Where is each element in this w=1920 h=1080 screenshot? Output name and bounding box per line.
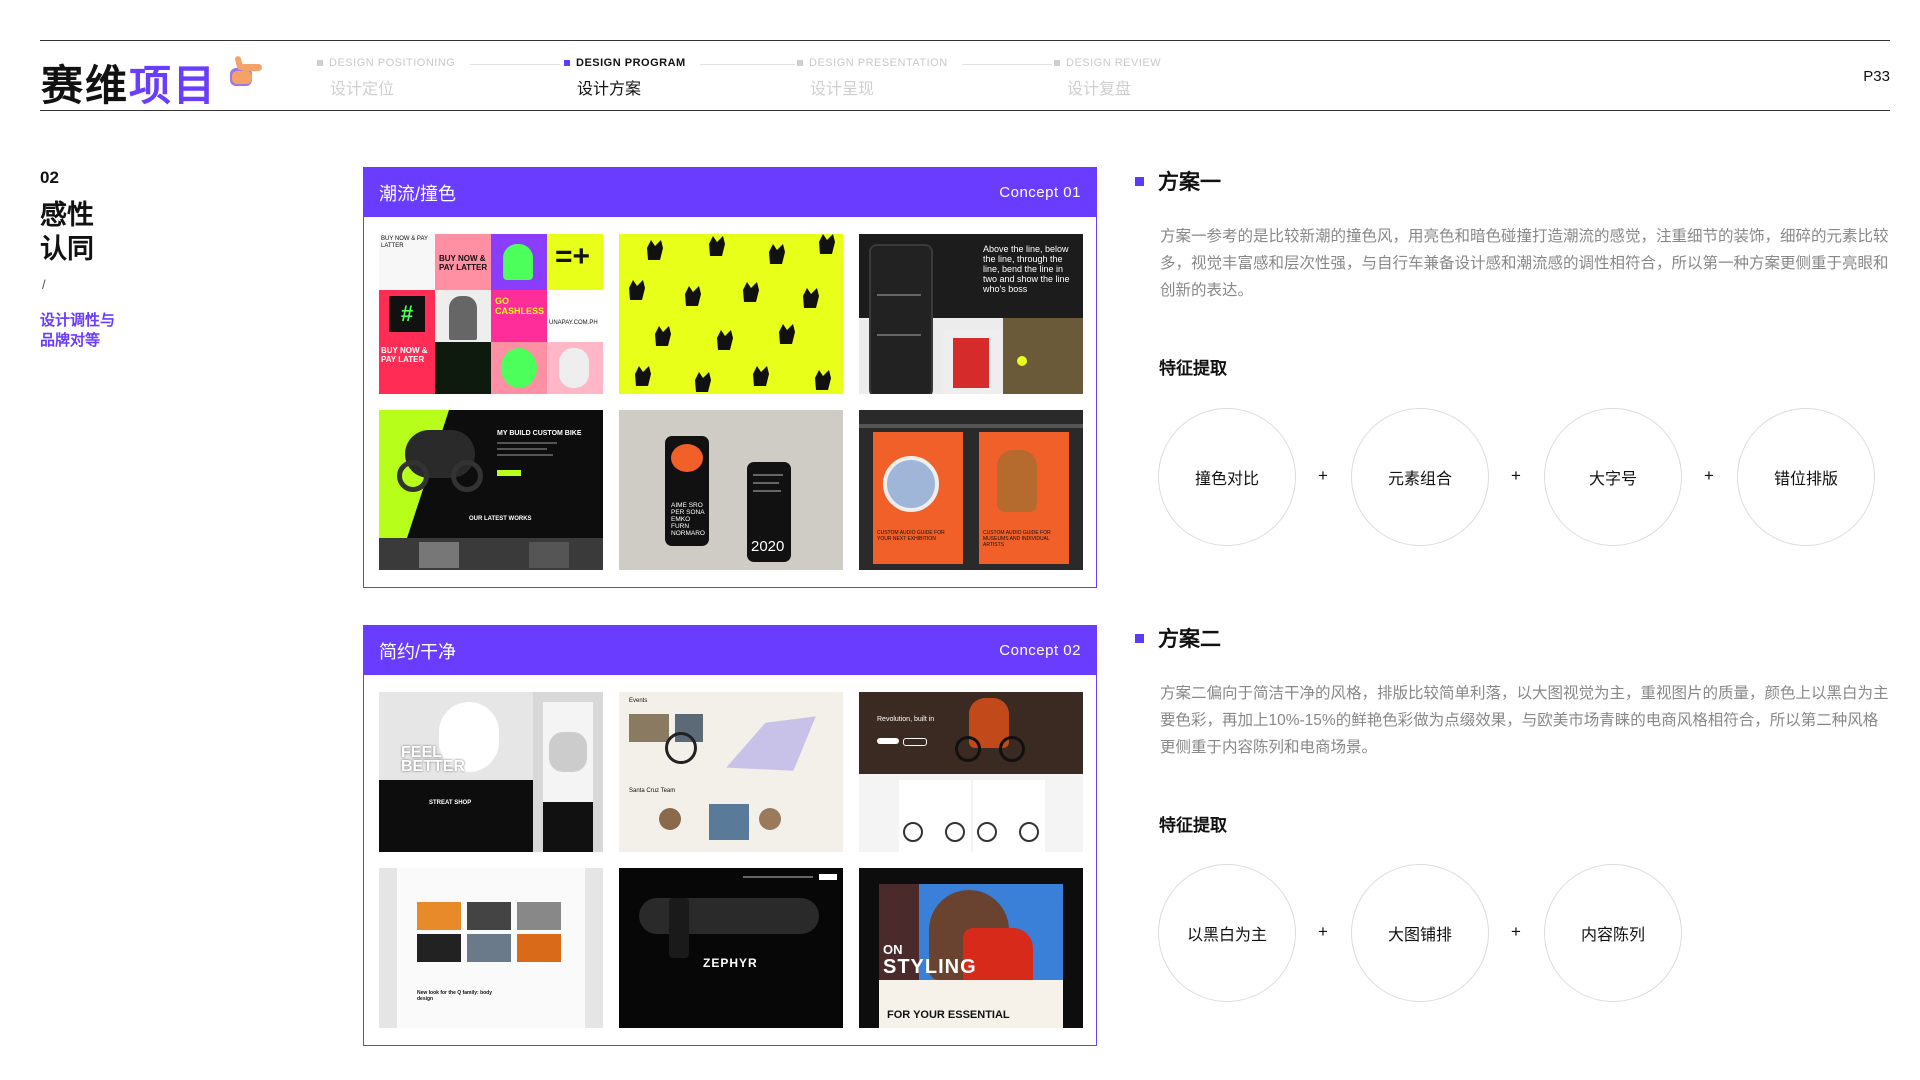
feature-circle: 大字号 [1544,408,1682,546]
moodboard-image-motorbike: MY BUILD CUSTOM BIKE OUR LATEST WORKS [379,410,603,570]
moodboard-image-feel-better: FEEL BETTER STREAT SHOP [379,692,603,852]
plan-1-heading: 方案一 [1135,166,1221,196]
concept-01-title: 潮流/撞色 [379,183,457,204]
section-subtitle: 设计调性与 品牌对等 [40,312,116,349]
plan-2-description: 方案二偏向于简洁干净的风格，排版比较简单利落，以大图视觉为主，重视图片的质量，颜… [1160,685,1889,756]
concept-02-panel: 简约/干净 Concept 02 FEEL BETTER STREAT SHOP… [363,625,1097,1046]
header-top-rule [40,40,1890,41]
feature-circle: 以黑白为主 [1158,864,1296,1002]
moodboard-image-phones: AIME SRO PER SONA EMKO FURN NORMARO 2020 [619,410,843,570]
moodboard-image-dark-app: Above the line, below the line, through … [859,234,1083,394]
plus-sign: + [1318,922,1328,941]
concept-02-header: 简约/干净 Concept 02 [364,626,1096,675]
pointing-hand-icon [226,54,266,94]
moodboard-image-posters: CUSTOM AUDIO GUIDE FOR YOUR NEXT EXHIBIT… [859,410,1083,570]
feature-circle: 内容陈列 [1544,864,1682,1002]
feature-circle: 大图铺排 [1351,864,1489,1002]
plus-sign: + [1318,466,1328,485]
concept-01-panel: 潮流/撞色 Concept 01 BUY NOW & PAY LATTER BU… [363,167,1097,588]
concept-01-header: 潮流/撞色 Concept 01 [364,168,1096,217]
concept-01-tag: Concept 01 [999,184,1081,201]
step-divider [470,64,560,65]
plan-2-feature-title: 特征提取 [1159,816,1227,835]
moodboard-image-yellow-pattern [619,234,843,394]
step-design-review[interactable]: DESIGN REVIEW 设计复盘 [1054,57,1161,99]
step-design-program[interactable]: DESIGN PROGRAM 设计方案 [564,57,686,99]
header-bottom-rule [40,110,1890,111]
feature-circle: 撞色对比 [1158,408,1296,546]
moodboard-image-zephyr: ZEPHYR [619,868,843,1028]
feature-circle: 错位排版 [1737,408,1875,546]
plan-2-heading: 方案二 [1135,623,1221,653]
step-design-positioning[interactable]: DESIGN POSITIONING 设计定位 [317,57,455,99]
plus-sign: + [1511,466,1521,485]
brand-title: 赛维项目 [41,62,218,109]
step-design-presentation[interactable]: DESIGN PRESENTATION 设计呈现 [797,57,948,99]
section-title: 感性 认同 [40,200,94,264]
concept-02-title: 简约/干净 [379,641,457,662]
concept-02-tag: Concept 02 [999,642,1081,659]
moodboard-image-cyclist: Revolution, built in [859,692,1083,852]
page-number: P33 [1863,68,1890,85]
section-slash: / [42,277,46,292]
plus-sign: + [1704,466,1714,485]
step-divider [700,64,795,65]
plan-1-description: 方案一参考的是比较新潮的撞色风，用亮色和暗色碰撞打造潮流的感觉，注重细节的装饰，… [1160,228,1889,299]
feature-circle: 元素组合 [1351,408,1489,546]
moodboard-image-collage: BUY NOW & PAY LATTER BUY NOW & PAY LATTER… [379,234,603,394]
moodboard-image-car-grid: New look for the Q family: body design [379,868,603,1028]
bullet-square-icon [1135,176,1144,186]
section-number: 02 [40,168,59,187]
bullet-square-icon [1135,633,1144,643]
plan-1-feature-title: 特征提取 [1159,359,1227,378]
plus-sign: + [1511,922,1521,941]
moodboard-image-bike-events: Events Santa Cruz Team [619,692,843,852]
moodboard-image-styling: ON STYLING FOR YOUR ESSENTIAL [859,868,1083,1028]
step-divider [962,64,1052,65]
